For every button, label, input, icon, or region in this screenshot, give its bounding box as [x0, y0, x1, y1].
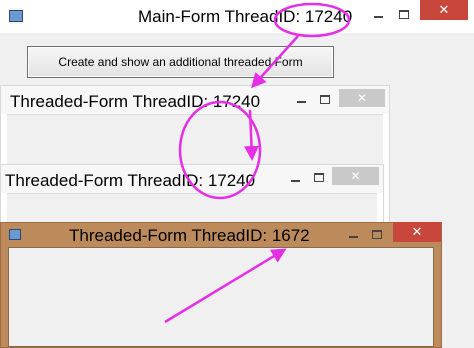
maximize-icon[interactable] [367, 225, 387, 243]
minimize-icon[interactable] [291, 90, 311, 108]
close-icon[interactable]: ✕ [339, 89, 385, 107]
maximize-icon[interactable] [309, 168, 329, 186]
app-form-icon [9, 229, 21, 240]
threaded-form-3-title: Threaded-Form ThreadID: 1672 [69, 226, 310, 245]
threaded-form-2-titlebar[interactable]: Threaded-Form ThreadID: 17240 ✕ [1, 165, 383, 193]
app-form-icon [9, 10, 23, 22]
threaded-form-3-titlebar[interactable]: Threaded-Form ThreadID: 1672 ✕ [1, 222, 441, 245]
close-icon[interactable]: ✕ [420, 0, 468, 20]
create-threaded-form-button[interactable]: Create and show an additional threaded F… [27, 46, 334, 78]
close-icon[interactable]: ✕ [332, 167, 379, 185]
close-icon[interactable]: ✕ [393, 222, 441, 242]
minimize-icon[interactable] [344, 225, 362, 243]
threaded-form-window-3: Threaded-Form ThreadID: 1672 ✕ [0, 222, 442, 348]
threaded-form-1-titlebar[interactable]: Threaded-Form ThreadID: 17240 ✕ [1, 86, 389, 114]
minimize-icon[interactable] [368, 4, 388, 24]
minimize-icon[interactable] [285, 169, 305, 187]
main-form-title: Main-Form ThreadID: 17240 [138, 7, 353, 26]
maximize-icon[interactable] [315, 90, 335, 108]
threaded-form-1-title: Threaded-Form ThreadID: 17240 [10, 92, 261, 111]
threaded-form-3-client [8, 247, 434, 347]
main-form-titlebar[interactable]: Main-Form ThreadID: 17240 ✕ [0, 0, 474, 33]
threaded-form-2-title: Threaded-Form ThreadID: 17240 [5, 171, 256, 190]
maximize-icon[interactable] [392, 4, 416, 24]
